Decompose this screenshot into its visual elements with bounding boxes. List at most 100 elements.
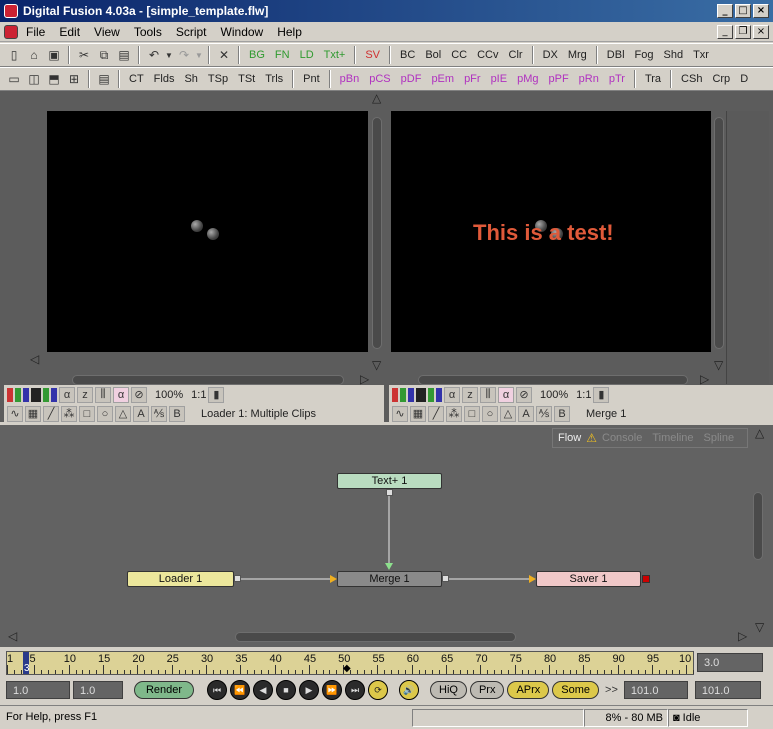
view-a-icon[interactable]: A: [133, 405, 149, 422]
node-output-port[interactable]: [386, 489, 393, 496]
copy-icon[interactable]: ⧉: [94, 46, 114, 64]
scroll-right-icon[interactable]: ▷: [700, 373, 709, 385]
tool-dbl[interactable]: DBl: [602, 45, 630, 65]
tool-tst[interactable]: TSt: [233, 69, 260, 89]
magic-wand-icon[interactable]: ⁂: [61, 405, 77, 422]
tool-tsp[interactable]: TSp: [203, 69, 233, 89]
z-depth-icon[interactable]: z: [77, 386, 93, 403]
global-start-field[interactable]: 1.0: [6, 681, 70, 699]
left-zoom-label[interactable]: 100%: [149, 389, 189, 401]
cut-icon[interactable]: ✂: [74, 46, 94, 64]
tool-shd[interactable]: Shd: [659, 45, 689, 65]
prx-button[interactable]: Prx: [469, 681, 505, 699]
lut-icon[interactable]: ⊘: [516, 386, 532, 403]
menu-view[interactable]: View: [94, 25, 120, 39]
left-viewer-vscroll[interactable]: [372, 117, 382, 349]
scroll-left-icon[interactable]: ◁: [30, 353, 39, 365]
circle-icon[interactable]: ○: [482, 405, 498, 422]
tool-dx[interactable]: DX: [538, 45, 563, 65]
node-merge[interactable]: Merge 1: [337, 571, 442, 587]
delete-icon[interactable]: ✕: [214, 46, 234, 64]
some-button[interactable]: Some: [552, 681, 600, 699]
node-saver[interactable]: Saver 1: [536, 571, 641, 587]
maximize-button[interactable]: □: [735, 4, 751, 18]
layout-single-icon[interactable]: ▭: [4, 70, 24, 88]
document-icon[interactable]: [4, 24, 18, 39]
tool-fog[interactable]: Fog: [630, 45, 659, 65]
left-viewer-hscroll[interactable]: [72, 375, 344, 385]
tool-tra[interactable]: Tra: [640, 69, 666, 89]
tool-mrg[interactable]: Mrg: [563, 45, 592, 65]
stripes-icon[interactable]: ⫼: [480, 386, 496, 403]
tool-trls[interactable]: Trls: [260, 69, 288, 89]
tool-sv[interactable]: SV: [360, 45, 385, 65]
red-channel-icon[interactable]: [392, 387, 398, 402]
close-button[interactable]: ×: [753, 4, 769, 18]
layout-stack-icon[interactable]: ▤: [94, 70, 114, 88]
go-to-start-icon[interactable]: ⏮: [207, 680, 227, 700]
pen-icon[interactable]: ╱: [43, 405, 59, 422]
tool-ld[interactable]: LD: [295, 45, 319, 65]
view-ab-icon[interactable]: ⅍: [151, 405, 167, 422]
hiq-button[interactable]: HiQ: [430, 681, 467, 699]
blue-channel-icon[interactable]: [51, 387, 57, 402]
alpha-overlay-icon[interactable]: α: [113, 386, 129, 403]
flow-hscroll[interactable]: [235, 632, 516, 642]
rectangle-icon[interactable]: □: [79, 405, 95, 422]
tool-bc[interactable]: BC: [395, 45, 420, 65]
tool-cc[interactable]: CC: [446, 45, 472, 65]
render-button[interactable]: Render: [134, 681, 194, 699]
node-output-port[interactable]: [234, 575, 241, 582]
triangle-icon[interactable]: △: [115, 405, 131, 422]
tool-pnt[interactable]: Pnt: [298, 69, 325, 89]
alpha-overlay-icon[interactable]: α: [498, 386, 514, 403]
fast-forward-icon[interactable]: ⏩: [322, 680, 342, 700]
tool-ptr[interactable]: pTr: [604, 69, 630, 89]
view-b-icon[interactable]: B: [169, 405, 185, 422]
doc-close-button[interactable]: ×: [753, 25, 769, 39]
tool-bg[interactable]: BG: [244, 45, 270, 65]
layout-quad-icon[interactable]: ⊞: [64, 70, 84, 88]
keyframe-marker-icon[interactable]: ◆: [343, 663, 351, 674]
node-loader[interactable]: Loader 1: [127, 571, 234, 587]
alpha-icon[interactable]: α: [59, 386, 75, 403]
tool-txr[interactable]: Txr: [688, 45, 714, 65]
tool-csh[interactable]: CSh: [676, 69, 707, 89]
scroll-up-icon[interactable]: △: [372, 92, 381, 104]
tool-pie[interactable]: pIE: [486, 69, 513, 89]
green-channel-icon[interactable]: [15, 387, 21, 402]
doc-minimize-button[interactable]: _: [717, 25, 733, 39]
redo-dropdown-icon[interactable]: ▼: [194, 46, 204, 64]
magic-wand-icon[interactable]: ⁂: [446, 405, 462, 422]
node-output-port[interactable]: [642, 575, 650, 583]
view-ab-icon[interactable]: ⅍: [536, 405, 552, 422]
alpha-channel-icon[interactable]: [416, 387, 426, 402]
alpha-channel-icon[interactable]: [31, 387, 41, 402]
flow-editor[interactable]: Flow ⚠ Console Timeline Spline △ Text+ 1…: [0, 425, 773, 647]
more-controls-icon[interactable]: >>: [602, 684, 621, 696]
green-channel-icon[interactable]: [400, 387, 406, 402]
tool-txt-plus[interactable]: Txt+: [319, 45, 351, 65]
layout-horizontal-icon[interactable]: ⬒: [44, 70, 64, 88]
left-ratio-label[interactable]: 1:1: [191, 389, 206, 401]
audio-icon[interactable]: 🔊: [399, 680, 419, 700]
view-a-icon[interactable]: A: [518, 405, 534, 422]
tool-flds[interactable]: Flds: [149, 69, 180, 89]
view-b-icon[interactable]: B: [554, 405, 570, 422]
render-end-field[interactable]: 101.0: [623, 681, 688, 699]
open-icon[interactable]: ⌂: [24, 46, 44, 64]
play-icon[interactable]: ▶: [299, 680, 319, 700]
tool-d[interactable]: D: [735, 69, 753, 89]
menu-window[interactable]: Window: [221, 25, 264, 39]
tool-pbn[interactable]: pBn: [335, 69, 365, 89]
tool-pmg[interactable]: pMg: [512, 69, 543, 89]
levels-icon[interactable]: ▮: [208, 386, 225, 403]
tool-ct[interactable]: CT: [124, 69, 149, 89]
rectangle-icon[interactable]: □: [464, 405, 480, 422]
scroll-down-icon[interactable]: ▽: [372, 359, 381, 371]
pen-icon[interactable]: ╱: [428, 405, 444, 422]
scroll-down-icon[interactable]: ▽: [755, 621, 764, 633]
blue-channel-icon[interactable]: [408, 387, 414, 402]
menu-edit[interactable]: Edit: [59, 25, 80, 39]
triangle-icon[interactable]: △: [500, 405, 516, 422]
